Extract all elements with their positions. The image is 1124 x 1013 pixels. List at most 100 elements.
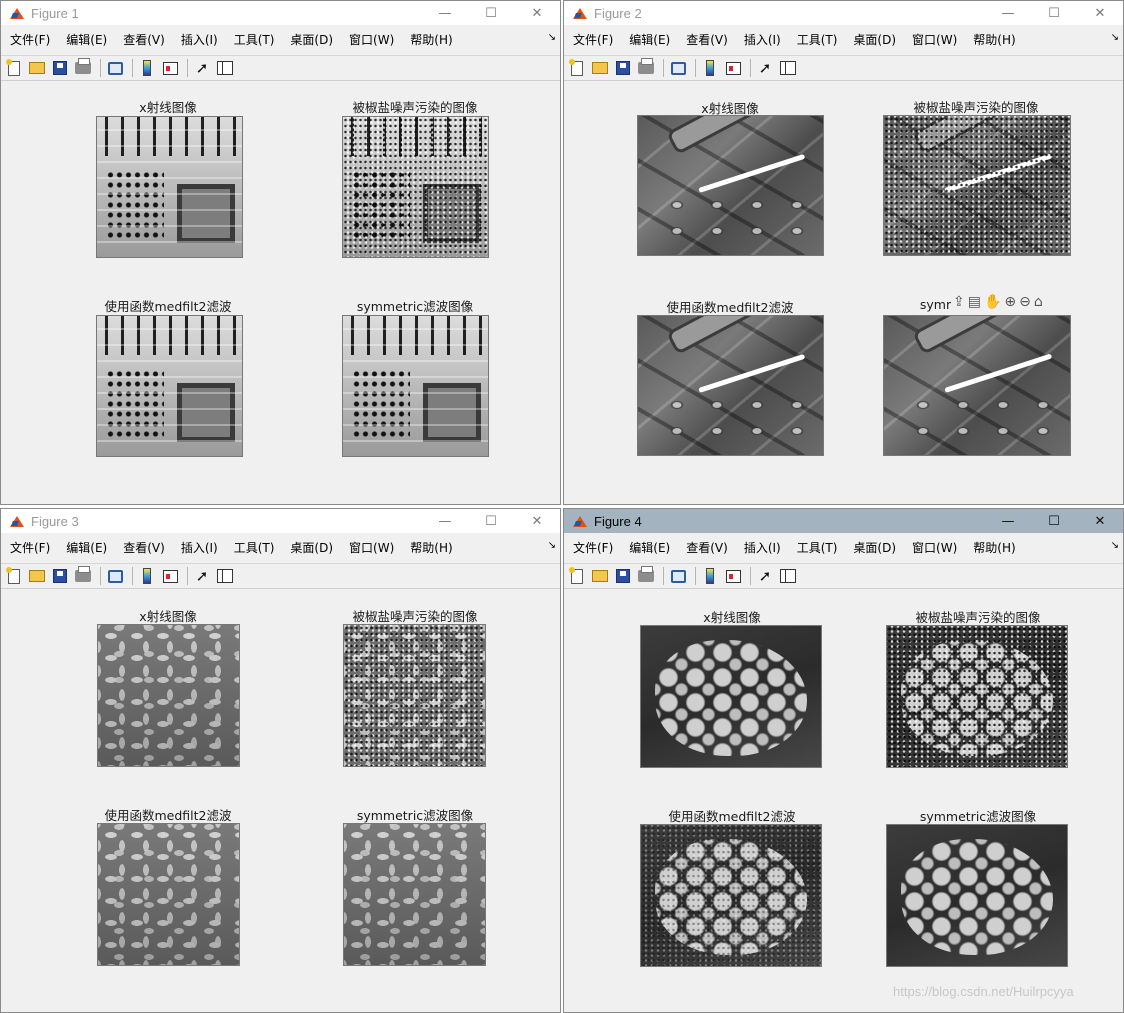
brush-data-icon[interactable]: ▤ (968, 294, 981, 310)
menu-desktop[interactable]: 桌面(D) (848, 539, 901, 556)
menu-insert[interactable]: 插入(I) (739, 539, 786, 556)
xray-image[interactable] (637, 115, 824, 256)
save-figure-button[interactable] (613, 58, 633, 78)
figure-window-4[interactable]: Figure 4 — ☐ ✕ 文件(F) 编辑(E) 查看(V) 插入(I) 工… (563, 508, 1124, 1013)
menu-overflow-icon[interactable]: ↘ (548, 540, 556, 551)
symmetric-image[interactable] (883, 315, 1071, 456)
property-inspector-button[interactable] (778, 566, 798, 586)
close-button[interactable]: ✕ (514, 509, 560, 533)
maximize-button[interactable]: ☐ (1031, 509, 1077, 533)
minimize-button[interactable]: — (422, 1, 468, 25)
minimize-button[interactable]: — (422, 509, 468, 533)
open-file-button[interactable] (590, 58, 610, 78)
close-button[interactable]: ✕ (514, 1, 560, 25)
menu-desktop[interactable]: 桌面(D) (848, 31, 901, 48)
title-bar[interactable]: Figure 3 — ☐ ✕ (1, 509, 560, 533)
menu-desktop[interactable]: 桌面(D) (285, 31, 338, 48)
property-inspector-button[interactable] (215, 566, 235, 586)
maximize-button[interactable]: ☐ (468, 1, 514, 25)
edit-plot-button[interactable]: ➚ (755, 58, 775, 78)
insert-legend-button[interactable] (723, 566, 743, 586)
symmetric-image[interactable] (343, 823, 486, 966)
menu-file[interactable]: 文件(F) (5, 539, 55, 556)
print-figure-button[interactable] (636, 58, 656, 78)
menu-view[interactable]: 查看(V) (681, 539, 733, 556)
menu-insert[interactable]: 插入(I) (176, 31, 223, 48)
medfilt2-image[interactable] (637, 315, 824, 456)
new-figure-button[interactable] (4, 58, 24, 78)
maximize-button[interactable]: ☐ (468, 509, 514, 533)
menu-insert[interactable]: 插入(I) (739, 31, 786, 48)
link-plot-button[interactable] (668, 566, 688, 586)
menu-help[interactable]: 帮助(H) (405, 539, 457, 556)
save-figure-button[interactable] (50, 566, 70, 586)
title-bar[interactable]: Figure 1 — ☐ ✕ (1, 1, 560, 25)
menu-insert[interactable]: 插入(I) (176, 539, 223, 556)
figure-window-3[interactable]: Figure 3 — ☐ ✕ 文件(F) 编辑(E) 查看(V) 插入(I) 工… (0, 508, 561, 1013)
print-figure-button[interactable] (73, 58, 93, 78)
insert-colorbar-button[interactable] (137, 58, 157, 78)
property-inspector-button[interactable] (215, 58, 235, 78)
menu-edit[interactable]: 编辑(E) (61, 31, 112, 48)
symmetric-image[interactable] (342, 315, 489, 457)
menu-edit[interactable]: 编辑(E) (624, 31, 675, 48)
menu-window[interactable]: 窗口(W) (907, 31, 962, 48)
new-figure-button[interactable] (4, 566, 24, 586)
menu-overflow-icon[interactable]: ↘ (548, 32, 556, 43)
link-plot-button[interactable] (668, 58, 688, 78)
menu-tools[interactable]: 工具(T) (229, 539, 280, 556)
menu-file[interactable]: 文件(F) (568, 31, 618, 48)
menu-tools[interactable]: 工具(T) (792, 539, 843, 556)
new-figure-button[interactable] (567, 566, 587, 586)
medfilt2-image[interactable] (96, 315, 243, 457)
menu-overflow-icon[interactable]: ↘ (1111, 32, 1119, 43)
property-inspector-button[interactable] (778, 58, 798, 78)
title-bar[interactable]: Figure 2 — ☐ ✕ (564, 1, 1123, 25)
menu-view[interactable]: 查看(V) (118, 31, 170, 48)
xray-image[interactable] (97, 624, 240, 767)
menu-window[interactable]: 窗口(W) (907, 539, 962, 556)
open-file-button[interactable] (27, 566, 47, 586)
menu-overflow-icon[interactable]: ↘ (1111, 540, 1119, 551)
medfilt2-image[interactable] (640, 824, 822, 967)
noisy-image[interactable] (342, 116, 489, 258)
new-figure-button[interactable] (567, 58, 587, 78)
menu-file[interactable]: 文件(F) (568, 539, 618, 556)
menu-help[interactable]: 帮助(H) (968, 539, 1020, 556)
menu-view[interactable]: 查看(V) (681, 31, 733, 48)
insert-colorbar-button[interactable] (700, 566, 720, 586)
open-file-button[interactable] (590, 566, 610, 586)
symmetric-image[interactable] (886, 824, 1068, 967)
menu-help[interactable]: 帮助(H) (968, 31, 1020, 48)
zoom-in-icon[interactable]: ⊕ (1004, 294, 1016, 310)
noisy-image[interactable] (883, 115, 1071, 256)
link-plot-button[interactable] (105, 58, 125, 78)
menu-desktop[interactable]: 桌面(D) (285, 539, 338, 556)
restore-view-icon[interactable]: ⌂ (1034, 294, 1043, 310)
maximize-button[interactable]: ☐ (1031, 1, 1077, 25)
zoom-out-icon[interactable]: ⊖ (1019, 294, 1031, 310)
menu-file[interactable]: 文件(F) (5, 31, 55, 48)
print-figure-button[interactable] (636, 566, 656, 586)
menu-view[interactable]: 查看(V) (118, 539, 170, 556)
figure-window-1[interactable]: Figure 1 — ☐ ✕ 文件(F) 编辑(E) 查看(V) 插入(I) 工… (0, 0, 561, 505)
minimize-button[interactable]: — (985, 1, 1031, 25)
minimize-button[interactable]: — (985, 509, 1031, 533)
menu-tools[interactable]: 工具(T) (792, 31, 843, 48)
insert-legend-button[interactable] (160, 566, 180, 586)
menu-help[interactable]: 帮助(H) (405, 31, 457, 48)
insert-colorbar-button[interactable] (137, 566, 157, 586)
figure-window-2[interactable]: Figure 2 — ☐ ✕ 文件(F) 编辑(E) 查看(V) 插入(I) 工… (563, 0, 1124, 505)
menu-tools[interactable]: 工具(T) (229, 31, 280, 48)
menu-window[interactable]: 窗口(W) (344, 539, 399, 556)
insert-legend-button[interactable] (723, 58, 743, 78)
menu-edit[interactable]: 编辑(E) (624, 539, 675, 556)
close-button[interactable]: ✕ (1077, 1, 1123, 25)
xray-image[interactable] (96, 116, 243, 258)
print-figure-button[interactable] (73, 566, 93, 586)
pan-hand-icon[interactable]: ✋ (984, 294, 1001, 310)
insert-colorbar-button[interactable] (700, 58, 720, 78)
save-figure-button[interactable] (613, 566, 633, 586)
title-bar[interactable]: Figure 4 — ☐ ✕ (564, 509, 1123, 533)
edit-plot-button[interactable]: ➚ (192, 566, 212, 586)
